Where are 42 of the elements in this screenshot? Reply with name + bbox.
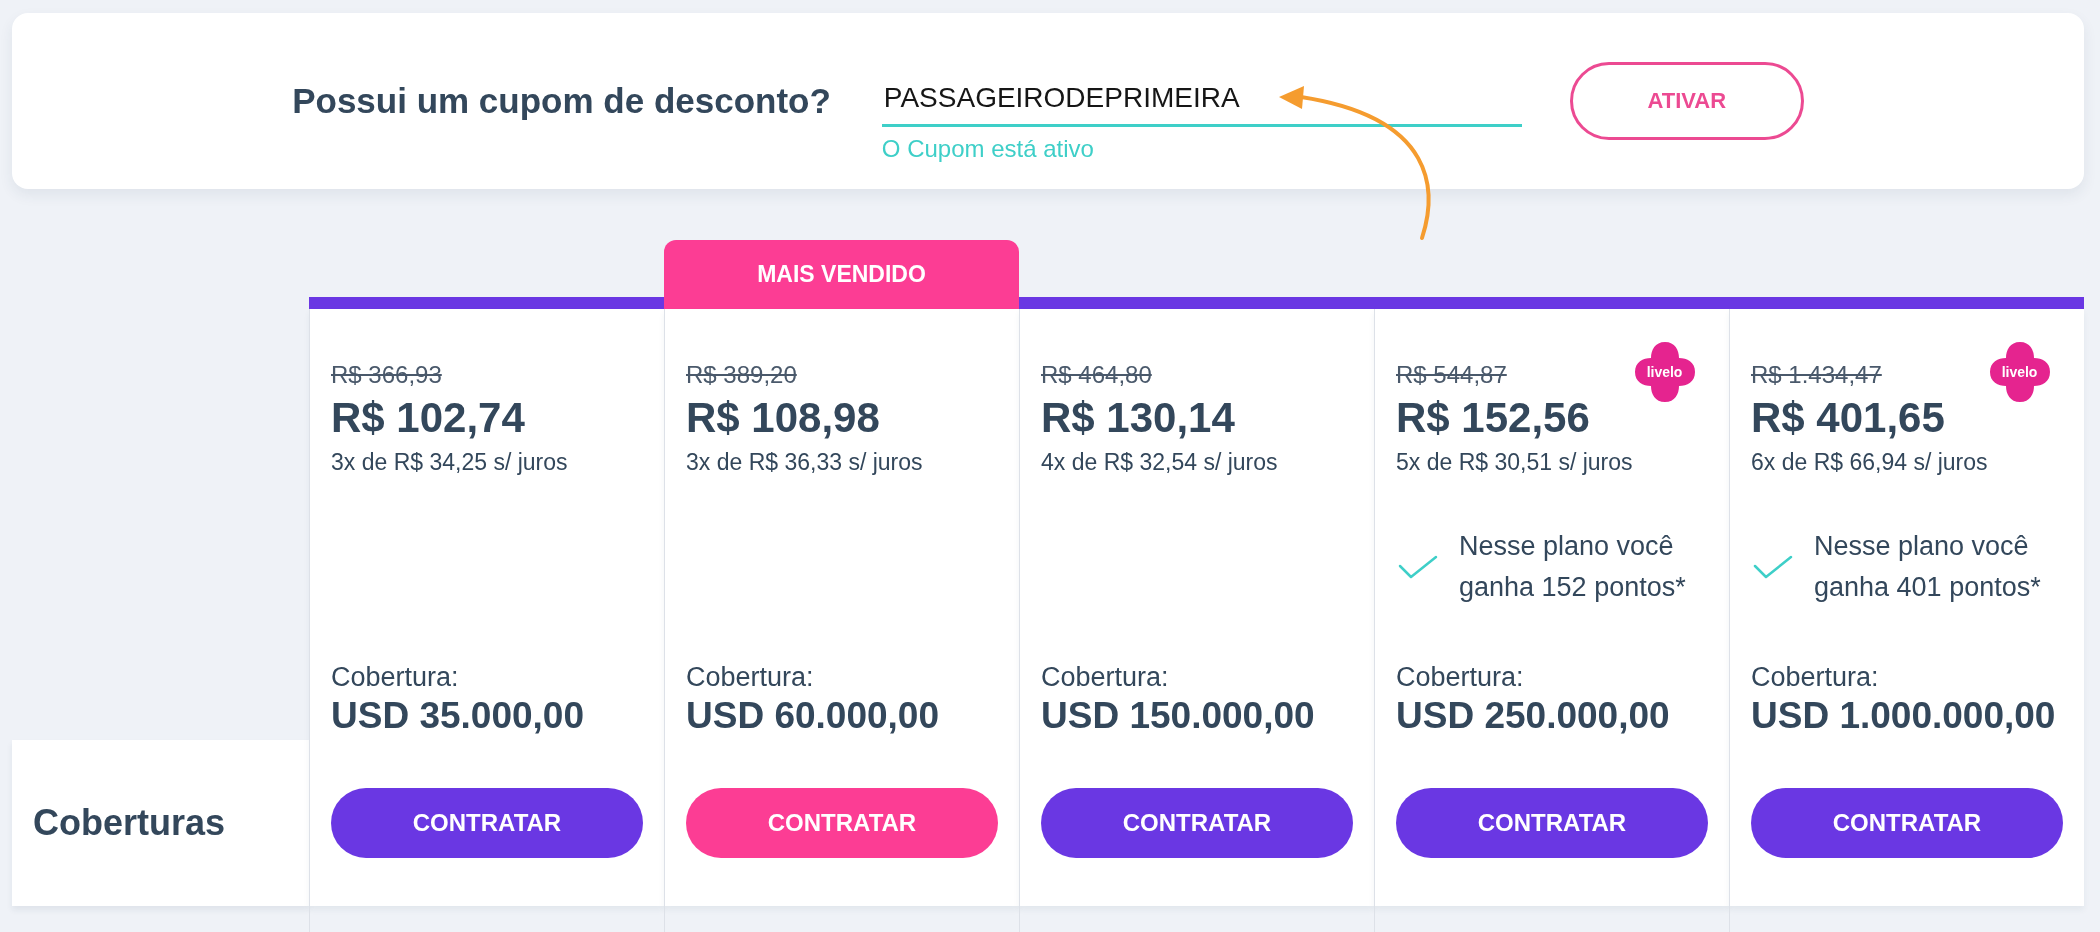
coverage-value: USD 1.000.000,00 [1751, 694, 2056, 738]
old-price: R$ 544,87 [1396, 361, 1507, 389]
check-icon [1398, 554, 1438, 580]
installments-text: 5x de R$ 30,51 s/ juros [1396, 448, 1633, 477]
coverage-label: Cobertura: [686, 661, 814, 694]
points-text: Nesse plano você ganha 401 pontos* [1814, 530, 2042, 604]
price: R$ 401,65 [1751, 395, 1945, 441]
contract-button[interactable]: CONTRATAR [1751, 788, 2063, 858]
row-header: Coberturas [12, 740, 309, 906]
installments-text: 4x de R$ 32,54 s/ juros [1041, 448, 1278, 477]
old-price: R$ 366,93 [331, 361, 442, 389]
coupon-status-text: O Cupom está ativo [881, 135, 1094, 163]
price: R$ 152,56 [1396, 395, 1590, 441]
coverage-label: Cobertura: [1041, 661, 1169, 694]
points-text: Nesse plano você ganha 152 pontos* [1459, 530, 1687, 604]
old-price: R$ 389,20 [686, 361, 797, 389]
contract-button[interactable]: CONTRATAR [1396, 788, 1708, 858]
old-price: R$ 464,80 [1041, 361, 1152, 389]
contract-button[interactable]: CONTRATAR [1041, 788, 1353, 858]
installments-text: 3x de R$ 34,25 s/ juros [331, 448, 568, 477]
coverage-label: Cobertura: [1751, 661, 1879, 694]
coupon-question: Possui um cupom de desconto? [292, 81, 831, 121]
old-price: R$ 1.434,47 [1751, 361, 1882, 389]
installments-text: 3x de R$ 36,33 s/ juros [686, 448, 923, 477]
brand-logo: livelo [1632, 340, 1697, 404]
coverage-value: USD 60.000,00 [686, 694, 939, 738]
price: R$ 108,98 [686, 395, 880, 441]
brand-logo: livelo [1987, 340, 2052, 404]
check-icon [1753, 554, 1793, 580]
price: R$ 130,14 [1041, 395, 1235, 441]
activate-button[interactable]: ATIVAR [1569, 62, 1804, 140]
contract-button[interactable]: CONTRATAR [686, 788, 998, 858]
coupon-input-field[interactable]: PASSAGEIRODEPRIMEIRA [881, 78, 1522, 127]
coverage-value: USD 250.000,00 [1396, 694, 1670, 738]
coverage-label: Cobertura: [1396, 661, 1524, 694]
coverage-value: USD 150.000,00 [1041, 694, 1315, 738]
installments-text: 6x de R$ 66,94 s/ juros [1751, 448, 1988, 477]
coverage-value: USD 35.000,00 [331, 694, 584, 738]
contract-button[interactable]: CONTRATAR [331, 788, 643, 858]
price: R$ 102,74 [331, 395, 525, 441]
best-seller-label: MAIS VENDIDO [664, 240, 1019, 309]
coverage-label: Cobertura: [331, 661, 459, 694]
